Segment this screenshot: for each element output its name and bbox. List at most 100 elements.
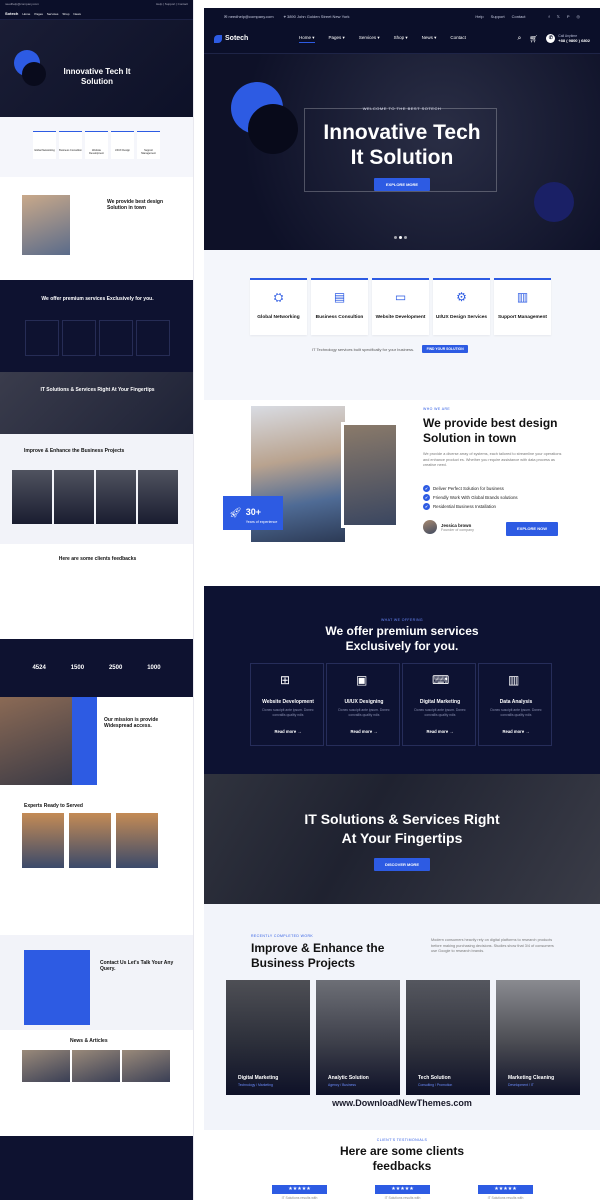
about-tag: WHO WE ARE: [423, 407, 451, 411]
project-card[interactable]: Digital Marketing Technology / Marketing: [226, 980, 310, 1095]
preview-service-card: [62, 320, 96, 356]
project-card[interactable]: Tech Solution Consulting / Promotion: [406, 980, 490, 1095]
preview-nav: Sotech Home Pages Services Shop News: [0, 8, 193, 20]
feature-card-global-networking[interactable]: ⛭ Global Networking: [250, 278, 307, 335]
explore-now-button[interactable]: EXPLORE NOW: [506, 522, 558, 536]
explore-more-button[interactable]: EXPLORE MORE: [374, 178, 430, 191]
experience-number: 30+: [245, 507, 261, 517]
preview-counters: 4524 1500 2500 1000: [0, 639, 193, 697]
service-card-desc: Donec suscipit ante ipsum. Donec convall…: [262, 708, 314, 717]
search-icon[interactable]: ⌕: [517, 35, 521, 43]
service-cards: ⊞ Website Development Donec suscipit ant…: [250, 663, 552, 746]
hero-title-line2: It Solution: [350, 146, 454, 169]
nav-item-home[interactable]: Home ▾: [299, 35, 315, 43]
preview-mission: Our mission is provide Widespread access…: [0, 697, 193, 785]
service-card-desc: Donec suscipit ante ipsum. Donec convall…: [338, 708, 390, 717]
preview-about: We provide best design Solution in town: [0, 177, 193, 280]
project-category: Technology / Marketing: [238, 1083, 273, 1087]
about-section: 🚀︎ 30+ Years of experience WHO WE ARE We…: [204, 400, 600, 586]
preview-contact-title: Contact Us Let's Talk Your Any Query.: [100, 960, 174, 972]
main-nav: Sotech Home ▾ Pages ▾ Services ▾ Shop ▾ …: [204, 24, 600, 54]
preview-services-cards: [25, 320, 170, 356]
service-card-digital-marketing[interactable]: ⌨ Digital Marketing Donec suscipit ante …: [402, 663, 476, 746]
read-more-link[interactable]: Read more →: [403, 729, 477, 734]
rocket-icon: 🚀︎: [229, 507, 242, 519]
service-card-website-development[interactable]: ⊞ Website Development Donec suscipit ant…: [250, 663, 324, 746]
find-solution-button[interactable]: FIND YOUR SOLUTION: [422, 345, 469, 353]
logo-icon: [214, 34, 222, 43]
slider-dot[interactable]: [404, 236, 407, 239]
service-card-title: UI/UX Designing: [344, 699, 384, 705]
feature-card-website-development[interactable]: ▭ Website Development: [372, 278, 429, 335]
browser-window-icon: ▣: [356, 673, 368, 687]
service-card-uiux-designing[interactable]: ▣ UI/UX Designing Donec suscipit ante ip…: [326, 663, 400, 746]
nav-item-label: Home: [299, 34, 312, 40]
nav-item-pages[interactable]: Pages ▾: [329, 35, 345, 43]
services-section: WHAT WE OFFERING We offer premium servic…: [204, 586, 600, 774]
twitter-icon[interactable]: 𝕏: [557, 14, 560, 19]
cta-title-line1: IT Solutions & Services Right: [304, 811, 500, 827]
topbar-email[interactable]: ✉ needhelp@company.com: [224, 14, 274, 19]
nav-item-contact[interactable]: Contact: [450, 35, 466, 43]
preview-menu-pages: Pages: [34, 11, 43, 16]
slider-dot[interactable]: [399, 236, 402, 239]
nav-item-shop[interactable]: Shop ▾: [394, 35, 408, 43]
phone-icon: ✆: [546, 34, 556, 43]
topbar-link-help[interactable]: Help: [475, 14, 483, 19]
nav-item-services[interactable]: Services ▾: [359, 35, 380, 43]
read-more-link[interactable]: Read more →: [479, 729, 553, 734]
preview-topbar: needhelp@company.com Help | Support | Co…: [0, 0, 193, 8]
preview-team-member: [22, 813, 64, 868]
about-text: We provide a diverse array of systems, e…: [423, 452, 562, 467]
read-more-link[interactable]: Read more →: [251, 729, 325, 734]
pinterest-icon[interactable]: P: [567, 14, 570, 19]
preview-contact: Contact Us Let's Talk Your Any Query.: [0, 935, 193, 1030]
about-bullet: Friendly Work With Global Brands solutio…: [423, 493, 518, 502]
preview-cta: IT Solutions & Services Right At Your Fi…: [0, 372, 193, 434]
slider-dots: [394, 236, 407, 239]
service-card-desc: Donec suscipit ante ipsum. Donec convall…: [414, 708, 466, 717]
project-gallery: Digital Marketing Technology / Marketing …: [226, 980, 580, 1095]
facebook-icon[interactable]: f: [548, 14, 549, 19]
topbar-contact: ✉ needhelp@company.com ⌖ 3890 John Golde…: [224, 14, 349, 19]
testimonial-text: IT Solutions results with: [384, 1196, 421, 1200]
nav-item-news[interactable]: News ▾: [422, 35, 437, 43]
slider-dot[interactable]: [394, 236, 397, 239]
topbar-right: Help Support Contact f 𝕏 P ◎: [475, 14, 580, 19]
project-card[interactable]: Analytic Solution Agency / Business: [316, 980, 400, 1095]
instagram-icon[interactable]: ◎: [577, 14, 581, 19]
services-tag: WHAT WE OFFERING: [380, 618, 424, 622]
testimonials-section: CLIENT'S TESTIMONIALS Here are some clie…: [204, 1130, 600, 1200]
preview-menu-news: News: [73, 11, 81, 16]
logo[interactable]: Sotech: [214, 34, 299, 43]
feature-card-support-management[interactable]: ▥ Support Management: [494, 278, 551, 335]
topbar-link-support[interactable]: Support: [491, 14, 505, 19]
preview-news-images: [22, 1050, 170, 1082]
call-number: +88 ( 9800 ) 6802: [558, 38, 590, 43]
preview-mission-blue-panel: [72, 697, 97, 785]
feature-card-uiux-design[interactable]: ⚙ UI/UX Design Services: [433, 278, 490, 335]
discover-more-button[interactable]: DISCOVER MORE: [374, 858, 430, 871]
projects-text: Modern consumers heavily rely on digital…: [431, 938, 554, 953]
call-anytime[interactable]: ✆ Call Anytime +88 ( 9800 ) 6802: [546, 34, 590, 43]
gear-icon: ⚙: [456, 290, 467, 304]
topbar-address: ⌖ 3890 John Golden Street New York: [284, 14, 350, 19]
feature-card-business-consultion[interactable]: ▤ Business Consultion: [311, 278, 368, 335]
about-secondary-image: [341, 422, 399, 528]
projects-title-line1: Improve & Enhance the: [251, 941, 385, 955]
project-title: Digital Marketing: [238, 1075, 279, 1081]
experience-badge: 🚀︎ 30+ Years of experience: [223, 496, 283, 530]
star-rating: ★★★★★: [272, 1185, 327, 1194]
cart-icon[interactable]: 🛒︎: [529, 35, 538, 43]
service-card-data-analysis[interactable]: ▥ Data Analysis Donec suscipit ante ipsu…: [478, 663, 552, 746]
preview-counter: 1000: [147, 665, 161, 671]
feature-card-label: Global Networking: [257, 315, 300, 320]
globe-network-icon: ⛭: [273, 290, 284, 304]
testimonial-snippets: IT Solutions results with IT Solutions r…: [272, 1196, 533, 1200]
author: Jessica brown Founder of company: [423, 520, 474, 534]
project-card[interactable]: Marketing Cleaning Development / IT: [496, 980, 580, 1095]
read-more-link[interactable]: Read more →: [327, 729, 401, 734]
topbar-link-contact[interactable]: Contact: [512, 14, 526, 19]
hero-section: WELCOME TO THE BEST SOTECH Innovative Te…: [204, 54, 600, 250]
avatar: [423, 520, 437, 534]
